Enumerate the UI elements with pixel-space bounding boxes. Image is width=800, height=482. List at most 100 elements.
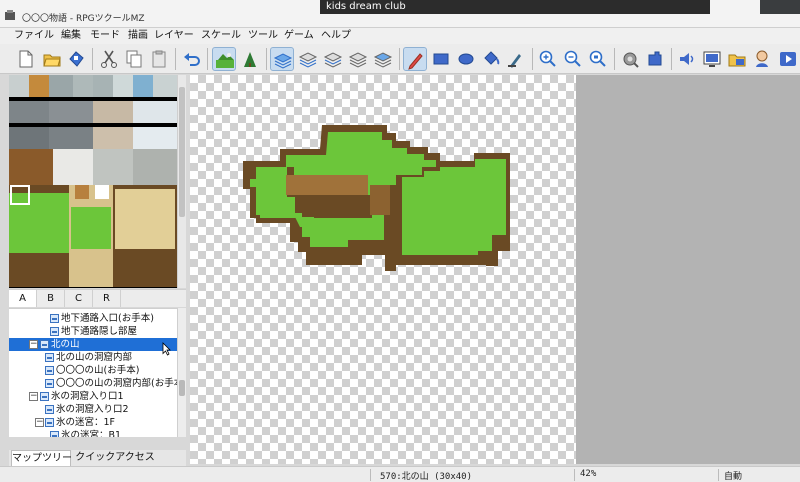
paste-icon[interactable] <box>147 47 171 71</box>
zoom-in-icon[interactable] <box>536 47 560 71</box>
cut-icon[interactable] <box>97 47 121 71</box>
menu-scale[interactable]: スケール <box>201 29 241 43</box>
event-searcher-icon[interactable] <box>700 47 724 71</box>
menu-mode[interactable]: モード <box>90 29 120 43</box>
tree-row-2[interactable]: − 北の山 <box>9 338 177 351</box>
tree-row-9[interactable]: 氷の迷宮：B1 <box>9 429 177 437</box>
map-mode-icon[interactable] <box>212 47 236 71</box>
layer-auto-icon[interactable] <box>270 47 294 71</box>
map-icon <box>45 405 54 414</box>
collapse-toggle-icon[interactable]: − <box>29 392 38 401</box>
status-map-info: 570:北の山 (30x40) <box>380 472 473 482</box>
tree-row-label: 氷の洞窟入り口1 <box>51 391 124 402</box>
status-mode: 自動 <box>724 472 743 482</box>
map-drawing[interactable] <box>190 75 576 464</box>
map-cliff-ledge-2 <box>370 185 390 215</box>
app-icon <box>5 10 15 20</box>
menu-game[interactable]: ゲーム <box>284 29 314 43</box>
tree-row-5[interactable]: 〇〇〇の山の洞窟内部(お手本 <box>9 377 177 390</box>
flood-fill-icon[interactable] <box>479 47 503 71</box>
tree-row-label: 〇〇〇の山の洞窟内部(お手本 <box>56 378 177 389</box>
shadow-pen-icon[interactable] <box>504 47 528 71</box>
tree-row-1[interactable]: 地下通路隠し部屋 <box>9 325 177 338</box>
tileset-tabs: A B C R <box>9 289 186 307</box>
menu-draw[interactable]: 描画 <box>128 29 148 43</box>
open-project-icon[interactable] <box>40 47 64 71</box>
tileset-palette[interactable] <box>9 75 177 288</box>
sound-test-icon[interactable] <box>675 47 699 71</box>
tree-row-label: 氷の迷宮：1F <box>56 417 116 428</box>
tree-row-label: 地下通路入口(お手本) <box>61 313 154 324</box>
map-icon <box>45 379 54 388</box>
tree-row-4[interactable]: 〇〇〇の山(お手本) <box>9 364 177 377</box>
menu-bar: ファイル 編集 モード 描画 レイヤー スケール ツール ゲーム ヘルプ <box>0 28 800 44</box>
layer-4-icon[interactable] <box>371 47 395 71</box>
tab-b[interactable]: B <box>37 290 65 307</box>
menu-tools[interactable]: ツール <box>248 29 278 43</box>
character-generator-icon[interactable] <box>750 47 774 71</box>
tileset-scroll-thumb[interactable] <box>179 87 185 217</box>
map-icon <box>50 314 59 323</box>
menu-help[interactable]: ヘルプ <box>321 29 351 43</box>
tree-row-8[interactable]: − 氷の迷宮：1F <box>9 416 177 429</box>
mouse-cursor-icon <box>162 342 171 356</box>
tree-row-6[interactable]: − 氷の洞窟入り口1 <box>9 390 177 403</box>
collapse-toggle-icon[interactable]: − <box>35 418 44 427</box>
canvas-empty-area <box>576 75 800 464</box>
toolbar <box>0 44 800 74</box>
map-tree: 地下通路入口(お手本) 地下通路隠し部屋 − 北の山 北の山の洞窟内部 〇〇〇の… <box>9 308 177 437</box>
overlay-label: kids dream club <box>326 1 406 12</box>
zoom-actual-icon[interactable] <box>586 47 610 71</box>
layer-3-icon[interactable] <box>346 47 370 71</box>
map-tree-scroll-thumb[interactable] <box>179 380 185 396</box>
copy-icon[interactable] <box>122 47 146 71</box>
new-project-icon[interactable] <box>14 47 38 71</box>
tree-row-7[interactable]: 氷の洞窟入り口2 <box>9 403 177 416</box>
tree-row-label: 氷の洞窟入り口2 <box>56 404 129 415</box>
collapse-toggle-icon[interactable]: − <box>29 340 38 349</box>
playtest-icon[interactable] <box>776 47 800 71</box>
map-icon <box>45 353 54 362</box>
status-bar: 570:北の山 (30x40) 42% 自動 <box>0 466 800 482</box>
menu-file[interactable]: ファイル <box>14 29 54 43</box>
video-overlay-thumbnail <box>760 0 800 14</box>
map-canvas[interactable] <box>190 75 576 464</box>
menu-layer[interactable]: レイヤー <box>154 29 194 43</box>
panel-tabs: マップツリー クイックアクセス <box>9 450 186 466</box>
map-icon <box>40 392 49 401</box>
map-icon <box>40 340 49 349</box>
tileset-image[interactable] <box>9 75 177 288</box>
tab-quick-access[interactable]: クイックアクセス <box>75 450 155 466</box>
save-project-icon[interactable] <box>64 47 88 71</box>
undo-icon[interactable] <box>180 47 204 71</box>
ellipse-icon[interactable] <box>454 47 478 71</box>
map-tree-scrollbar[interactable] <box>177 308 186 437</box>
tab-map-tree[interactable]: マップツリー <box>11 450 72 466</box>
plugin-manager-icon[interactable] <box>643 47 667 71</box>
tab-r[interactable]: R <box>93 290 121 307</box>
map-icon <box>50 327 59 336</box>
status-zoom: 42% <box>580 469 597 479</box>
pencil-icon[interactable] <box>403 47 427 71</box>
map-cliff-ledge <box>286 175 368 195</box>
tree-row-3[interactable]: 北の山の洞窟内部 <box>9 351 177 364</box>
database-icon[interactable] <box>618 47 642 71</box>
event-mode-icon[interactable] <box>238 47 262 71</box>
layer-2-icon[interactable] <box>321 47 345 71</box>
tree-row-label: 地下通路隠し部屋 <box>61 326 138 337</box>
map-icon <box>45 366 54 375</box>
map-icon <box>50 431 59 437</box>
tree-row-0[interactable]: 地下通路入口(お手本) <box>9 312 177 325</box>
video-overlay: kids dream club <box>320 0 710 14</box>
menu-edit[interactable]: 編集 <box>61 29 81 43</box>
tree-row-label: 氷の迷宮：B1 <box>61 430 122 437</box>
map-icon <box>45 418 54 427</box>
layer-1-icon[interactable] <box>296 47 320 71</box>
tree-row-label: 〇〇〇の山(お手本) <box>56 365 140 376</box>
tab-c[interactable]: C <box>65 290 93 307</box>
tileset-scrollbar[interactable] <box>177 75 186 288</box>
resource-manager-icon[interactable] <box>725 47 749 71</box>
zoom-out-icon[interactable] <box>561 47 585 71</box>
tab-a[interactable]: A <box>9 290 37 307</box>
rectangle-icon[interactable] <box>429 47 453 71</box>
